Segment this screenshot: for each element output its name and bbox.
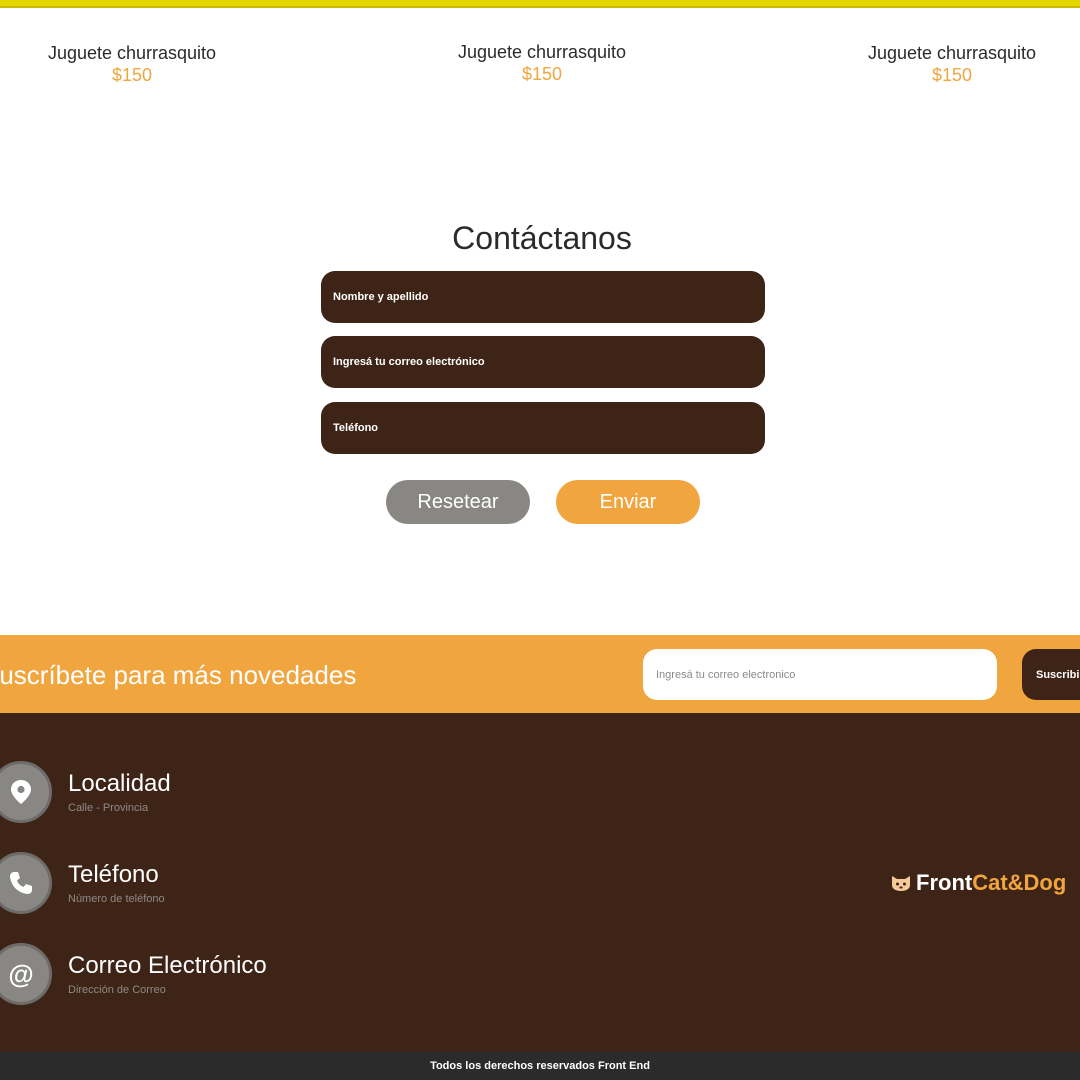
product-price: $150 <box>521 64 563 84</box>
product-card[interactable]: Juguete churrasquito $150 <box>2 42 262 86</box>
email-field[interactable]: Ingresá tu correo electrónico <box>321 336 765 388</box>
subscribe-button[interactable]: Suscribir <box>1022 649 1080 700</box>
top-bar <box>0 0 1080 8</box>
product-name: Juguete churrasquito <box>47 43 217 63</box>
reset-button[interactable]: Resetear <box>386 480 530 524</box>
at-icon: @ <box>0 943 52 1005</box>
name-field-placeholder: Nombre y apellido <box>333 291 429 303</box>
info-title: Correo Electrónico <box>68 952 267 979</box>
phone-field-placeholder: Teléfono <box>333 422 379 434</box>
phone-icon <box>0 852 52 914</box>
subscribe-title: Suscríbete para más novedades <box>0 660 357 690</box>
brand-logo[interactable]: Front Cat&Dog <box>890 870 1066 896</box>
info-email: @ Correo Electrónico Dirección de Correo <box>0 943 400 1007</box>
cat-dog-logo-icon <box>892 876 910 891</box>
info-location: Localidad Calle - Provincia <box>0 761 400 825</box>
info-title: Localidad <box>68 770 171 797</box>
info-title: Teléfono <box>68 861 159 888</box>
info-subtitle: Dirección de Correo <box>68 984 166 996</box>
subscribe-input-placeholder: Ingresá tu correo electronico <box>656 668 796 681</box>
subscribe-button-label: Suscribir <box>1036 668 1080 681</box>
product-card[interactable]: Juguete churrasquito $150 <box>822 42 1080 86</box>
product-card[interactable]: Juguete churrasquito $150 <box>412 41 672 85</box>
product-price: $150 <box>931 65 973 85</box>
brand-name-front: Front <box>916 870 973 895</box>
at-symbol: @ <box>8 959 34 989</box>
info-phone: Teléfono Número de teléfono <box>0 852 400 916</box>
brand-name-catdog: Cat&Dog <box>972 870 1067 895</box>
contact-title: Contáctanos <box>452 220 632 256</box>
copyright-text: Todos los derechos reservados Front End <box>430 1060 650 1072</box>
copyright-bar: Todos los derechos reservados Front End <box>0 1052 1080 1080</box>
subscribe-email-input[interactable]: Ingresá tu correo electronico <box>643 649 997 700</box>
product-price: $150 <box>111 65 153 85</box>
name-field[interactable]: Nombre y apellido <box>321 271 765 323</box>
phone-field[interactable]: Teléfono <box>321 402 765 454</box>
send-button[interactable]: Enviar <box>556 480 700 524</box>
email-field-placeholder: Ingresá tu correo electrónico <box>333 356 485 368</box>
info-subtitle: Calle - Provincia <box>68 802 149 814</box>
info-subtitle: Número de teléfono <box>68 893 165 905</box>
location-pin-icon <box>0 761 52 823</box>
product-name: Juguete churrasquito <box>457 42 627 62</box>
product-name: Juguete churrasquito <box>867 43 1037 63</box>
